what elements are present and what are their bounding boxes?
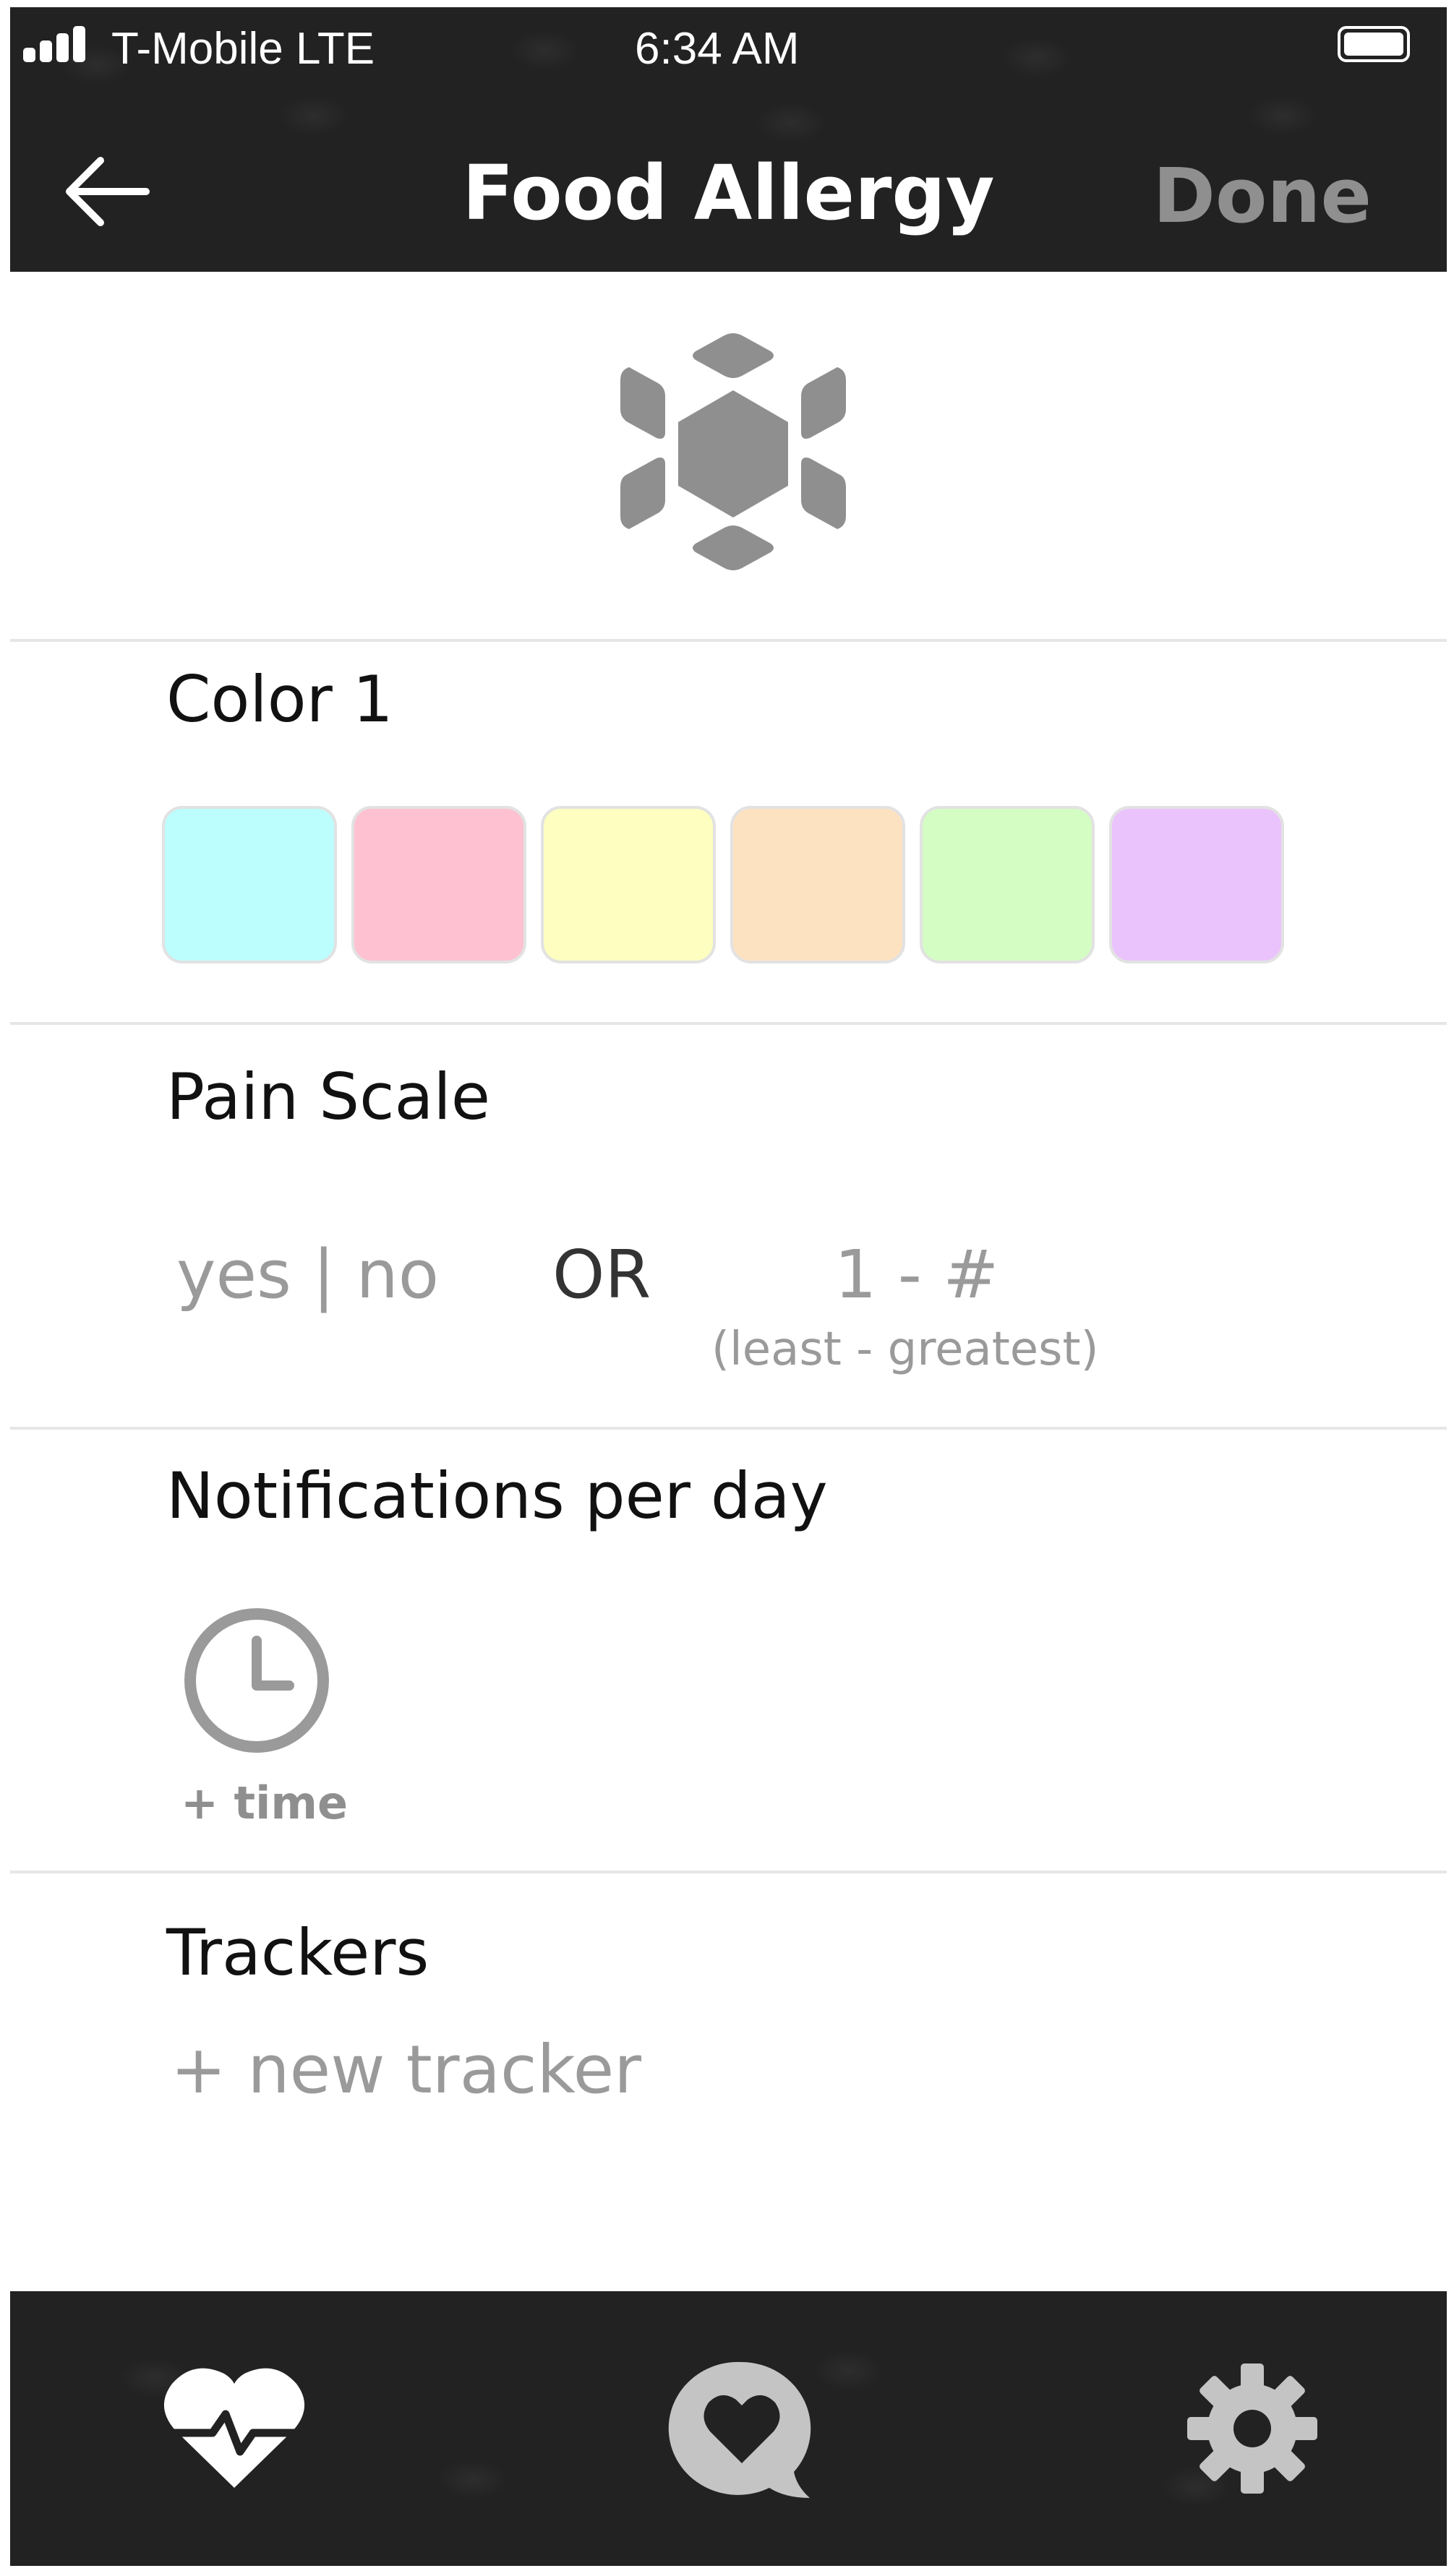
tab-bar: [10, 2291, 1447, 2566]
battery-icon: [1338, 26, 1410, 62]
color-swatch-cyan[interactable]: [162, 806, 337, 963]
color-swatch-peach[interactable]: [730, 806, 905, 963]
divider: [10, 1427, 1447, 1430]
pain-scale-title: Pain Scale: [166, 1060, 490, 1134]
gear-icon: [1187, 2364, 1317, 2494]
app-screen: T-Mobile LTE 6:34 AM Food Allergy Done C…: [10, 7, 1447, 2566]
color-swatch-green[interactable]: [920, 806, 1095, 963]
color-swatch-pink[interactable]: [351, 806, 526, 963]
heart-chat-icon: [668, 2361, 811, 2498]
color-section-title: Color 1: [166, 662, 393, 737]
tab-settings[interactable]: [1144, 2291, 1361, 2566]
color-swatch-yellow[interactable]: [541, 806, 716, 963]
carrier-label: T-Mobile LTE: [111, 24, 375, 74]
status-bar: T-Mobile LTE 6:34 AM: [10, 7, 1447, 87]
tab-health[interactable]: [126, 2291, 343, 2566]
tab-messages[interactable]: [633, 2291, 850, 2566]
yes-no-option[interactable]: yes | no: [176, 1236, 439, 1313]
signal-strength-icon: [23, 26, 88, 62]
clock-icon[interactable]: [181, 1605, 333, 1756]
divider: [10, 639, 1447, 642]
or-label: OR: [552, 1236, 651, 1313]
hexagon-cluster-logo: [603, 304, 863, 593]
numeric-range-option[interactable]: 1 - #: [834, 1236, 998, 1313]
color-swatch-purple[interactable]: [1109, 806, 1284, 963]
status-time: 6:34 AM: [635, 24, 800, 74]
new-tracker-button[interactable]: + new tracker: [171, 2031, 641, 2108]
numeric-range-caption: (least - greatest): [711, 1323, 1099, 1376]
heart-pulse-icon: [163, 2368, 305, 2488]
top-bar: T-Mobile LTE 6:34 AM Food Allergy Done: [10, 7, 1447, 272]
divider: [10, 1022, 1447, 1025]
trackers-title: Trackers: [166, 1915, 429, 1990]
divider: [10, 1871, 1447, 1873]
notifications-title: Notifications per day: [166, 1459, 828, 1533]
add-time-button[interactable]: + time: [181, 1777, 348, 1829]
color-swatch-row: [162, 806, 1284, 965]
done-button[interactable]: Done: [1153, 152, 1372, 240]
